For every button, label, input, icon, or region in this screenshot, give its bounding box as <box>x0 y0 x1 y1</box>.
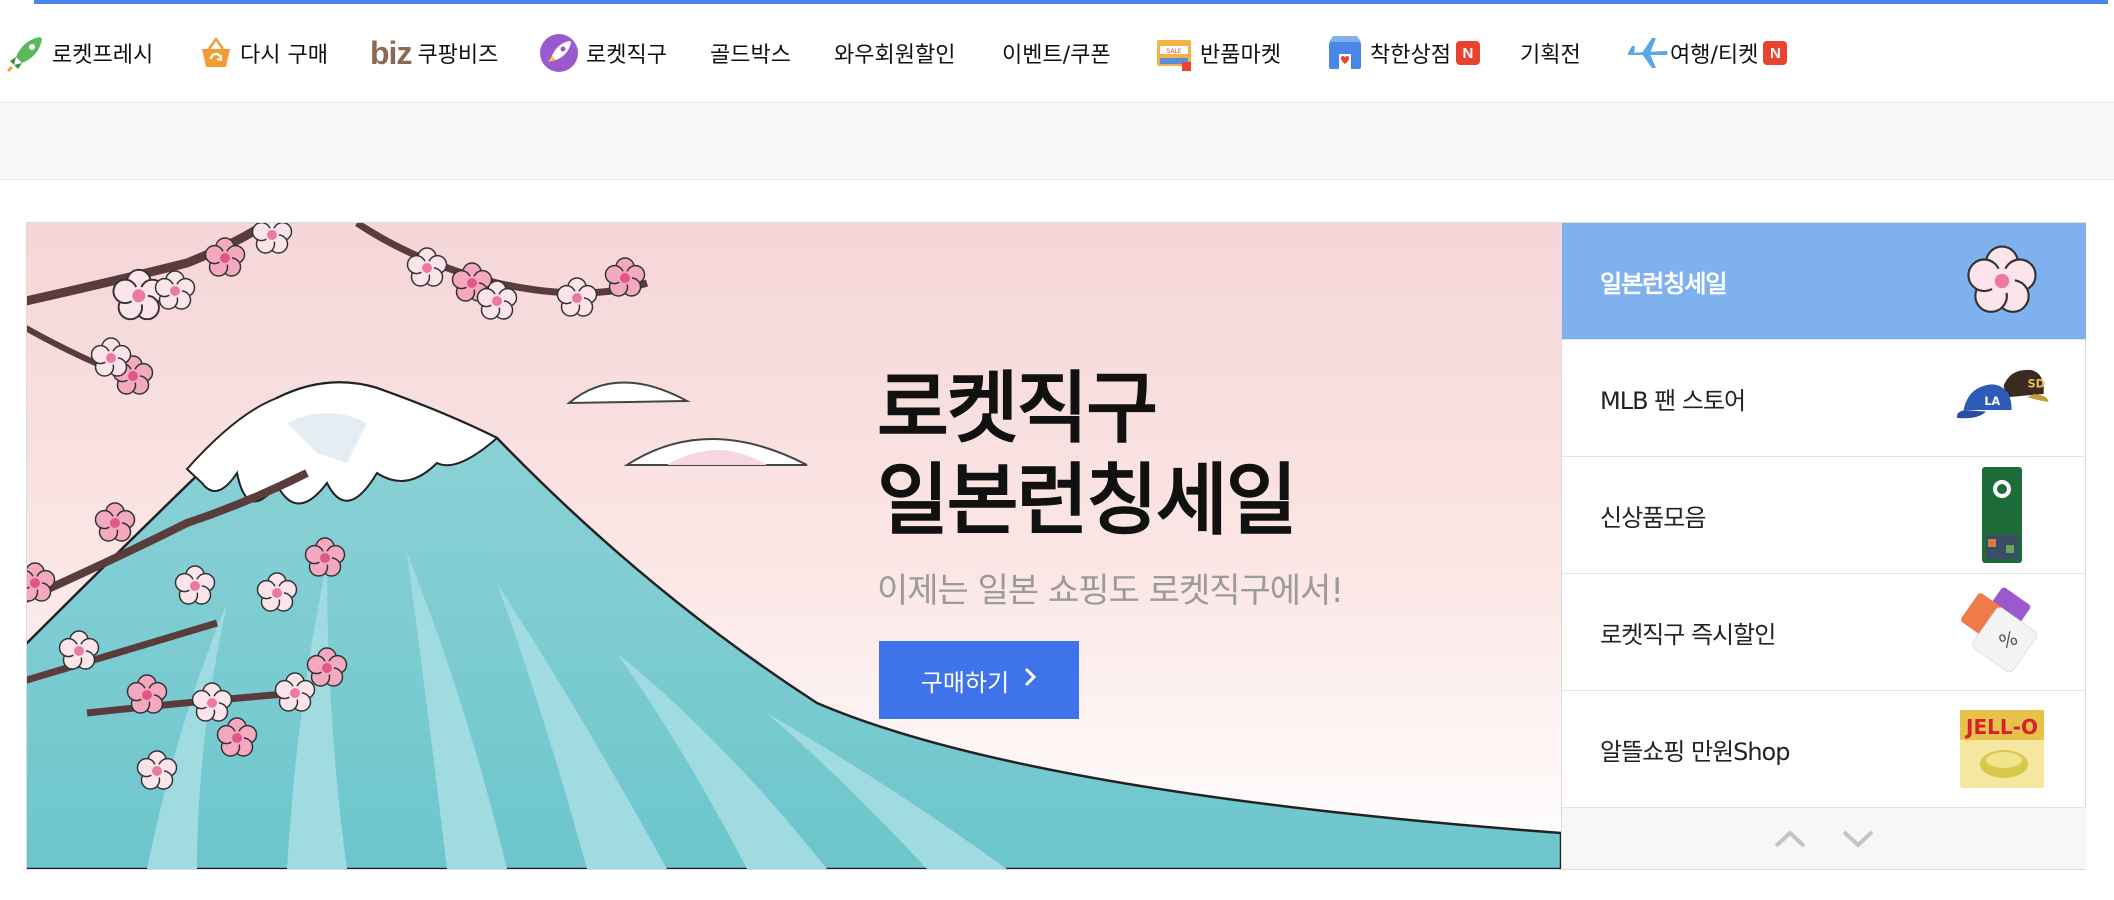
nav-item-label: 와우회원할인 <box>834 43 956 68</box>
banner-title: 로켓직구 일본런칭세일 <box>877 363 1298 547</box>
rebuy-bag-icon <box>198 35 234 71</box>
side-item-new-arrivals[interactable]: 신상품모음 <box>1562 457 2086 574</box>
side-item-rocket-global-instant-discount[interactable]: 로켓직구 즉시할인 % <box>1562 574 2086 691</box>
main-banner-carousel: 로켓직구 일본런칭세일 이제는 일본 쇼핑도 로켓직구에서! 구매하기 일본런칭… <box>26 222 2086 870</box>
nav-item-label: 다시 구매 <box>240 43 328 68</box>
nav-item-label: 이벤트/쿠폰 <box>1002 43 1111 68</box>
biz-logo: biz <box>370 34 412 71</box>
return-market-icon: SALE <box>1154 34 1194 72</box>
chevron-up-icon[interactable] <box>1770 824 1810 854</box>
nav-item-label: 골드박스 <box>710 43 791 68</box>
nav-item-label: 쿠팡비즈 <box>417 43 499 68</box>
jello-box-image: JELL-O <box>1954 701 2050 797</box>
airplane-icon <box>1626 34 1668 72</box>
cherry-blossom-icon <box>1954 233 2050 329</box>
nav-item-rocket-fresh[interactable]: 로켓프레시 <box>6 4 153 102</box>
nav-item-event-coupon[interactable]: 이벤트/쿠폰 <box>1002 4 1111 102</box>
side-item-label: 로켓직구 즉시할인 <box>1600 620 1776 649</box>
sub-nav-bar <box>0 102 2114 180</box>
nav-item-label: 여행/티켓 <box>1670 43 1759 68</box>
mount-fuji-illustration <box>27 223 1561 869</box>
banner-title-line2: 일본런칭세일 <box>877 456 1298 546</box>
starbucks-coffee-bag-image <box>1954 467 2050 563</box>
hero-banner[interactable]: 로켓직구 일본런칭세일 이제는 일본 쇼핑도 로켓직구에서! 구매하기 <box>27 223 1561 869</box>
discount-coupon-image: % <box>1954 584 2050 680</box>
jello-brand-text: JELL-O <box>1964 715 2038 739</box>
nav-item-special-exhibition[interactable]: 기획전 <box>1520 4 1581 102</box>
nav-item-wow-discount[interactable]: 와우회원할인 <box>834 4 955 102</box>
side-item-mlb-fan-store[interactable]: MLB 팬 스토어 SD LA <box>1562 340 2086 457</box>
nav-item-goldbox[interactable]: 골드박스 <box>710 4 791 102</box>
chevron-down-icon[interactable] <box>1838 824 1878 854</box>
side-item-label: 일본런칭세일 <box>1600 269 1727 298</box>
rocket-global-icon <box>538 32 580 74</box>
good-store-icon <box>1326 34 1364 72</box>
side-item-label: 신상품모음 <box>1600 503 1706 532</box>
side-item-label: MLB 팬 스토어 <box>1600 386 1746 415</box>
nav-item-rebuy[interactable]: 다시 구매 <box>198 4 328 102</box>
nav-item-return-market[interactable]: SALE 반품마켓 <box>1154 4 1281 102</box>
side-item-label: 알뜰쇼핑 만원Shop <box>1600 737 1790 766</box>
baseball-caps-image: SD LA <box>1954 350 2050 446</box>
new-badge: N <box>1763 41 1788 65</box>
side-list-pager <box>1562 808 2086 869</box>
nav-item-travel-ticket[interactable]: 여행/티켓 N <box>1626 4 1788 102</box>
buy-button[interactable]: 구매하기 <box>879 641 1079 719</box>
new-badge: N <box>1455 41 1480 65</box>
banner-title-line1: 로켓직구 <box>877 364 1158 454</box>
side-item-japan-launch-sale[interactable]: 일본런칭세일 <box>1562 223 2086 340</box>
banner-side-list: 일본런칭세일 MLB 팬 스토어 SD LA 신상품모음 로켓직구 즉시할인 %… <box>1561 223 2086 869</box>
chevron-right-icon <box>1023 665 1037 695</box>
banner-subtitle: 이제는 일본 쇼핑도 로켓직구에서! <box>877 571 1344 611</box>
nav-item-label: 기획전 <box>1520 43 1581 68</box>
nav-item-label: 로켓직구 <box>586 43 667 68</box>
nav-item-label: 반품마켓 <box>1200 43 1281 68</box>
nav-item-label: 착한상점 <box>1370 43 1451 68</box>
svg-text:SD: SD <box>2028 378 2045 391</box>
rocket-fresh-icon <box>6 33 46 73</box>
nav-item-good-store[interactable]: 착한상점 N <box>1326 4 1480 102</box>
buy-button-label: 구매하기 <box>920 668 1010 697</box>
svg-text:LA: LA <box>1984 395 2000 408</box>
side-item-thrifty-10000-shop[interactable]: 알뜰쇼핑 만원Shop JELL-O <box>1562 691 2086 808</box>
nav-item-rocket-global[interactable]: 로켓직구 <box>538 4 667 102</box>
svg-text:SALE: SALE <box>1166 48 1181 55</box>
nav-item-label: 로켓프레시 <box>52 43 154 68</box>
nav-item-coupang-biz[interactable]: biz 쿠팡비즈 <box>370 4 498 102</box>
category-nav: 로켓프레시 다시 구매 biz 쿠팡비즈 로켓직구 골드박스 와우회원할인 이벤… <box>0 4 2114 102</box>
